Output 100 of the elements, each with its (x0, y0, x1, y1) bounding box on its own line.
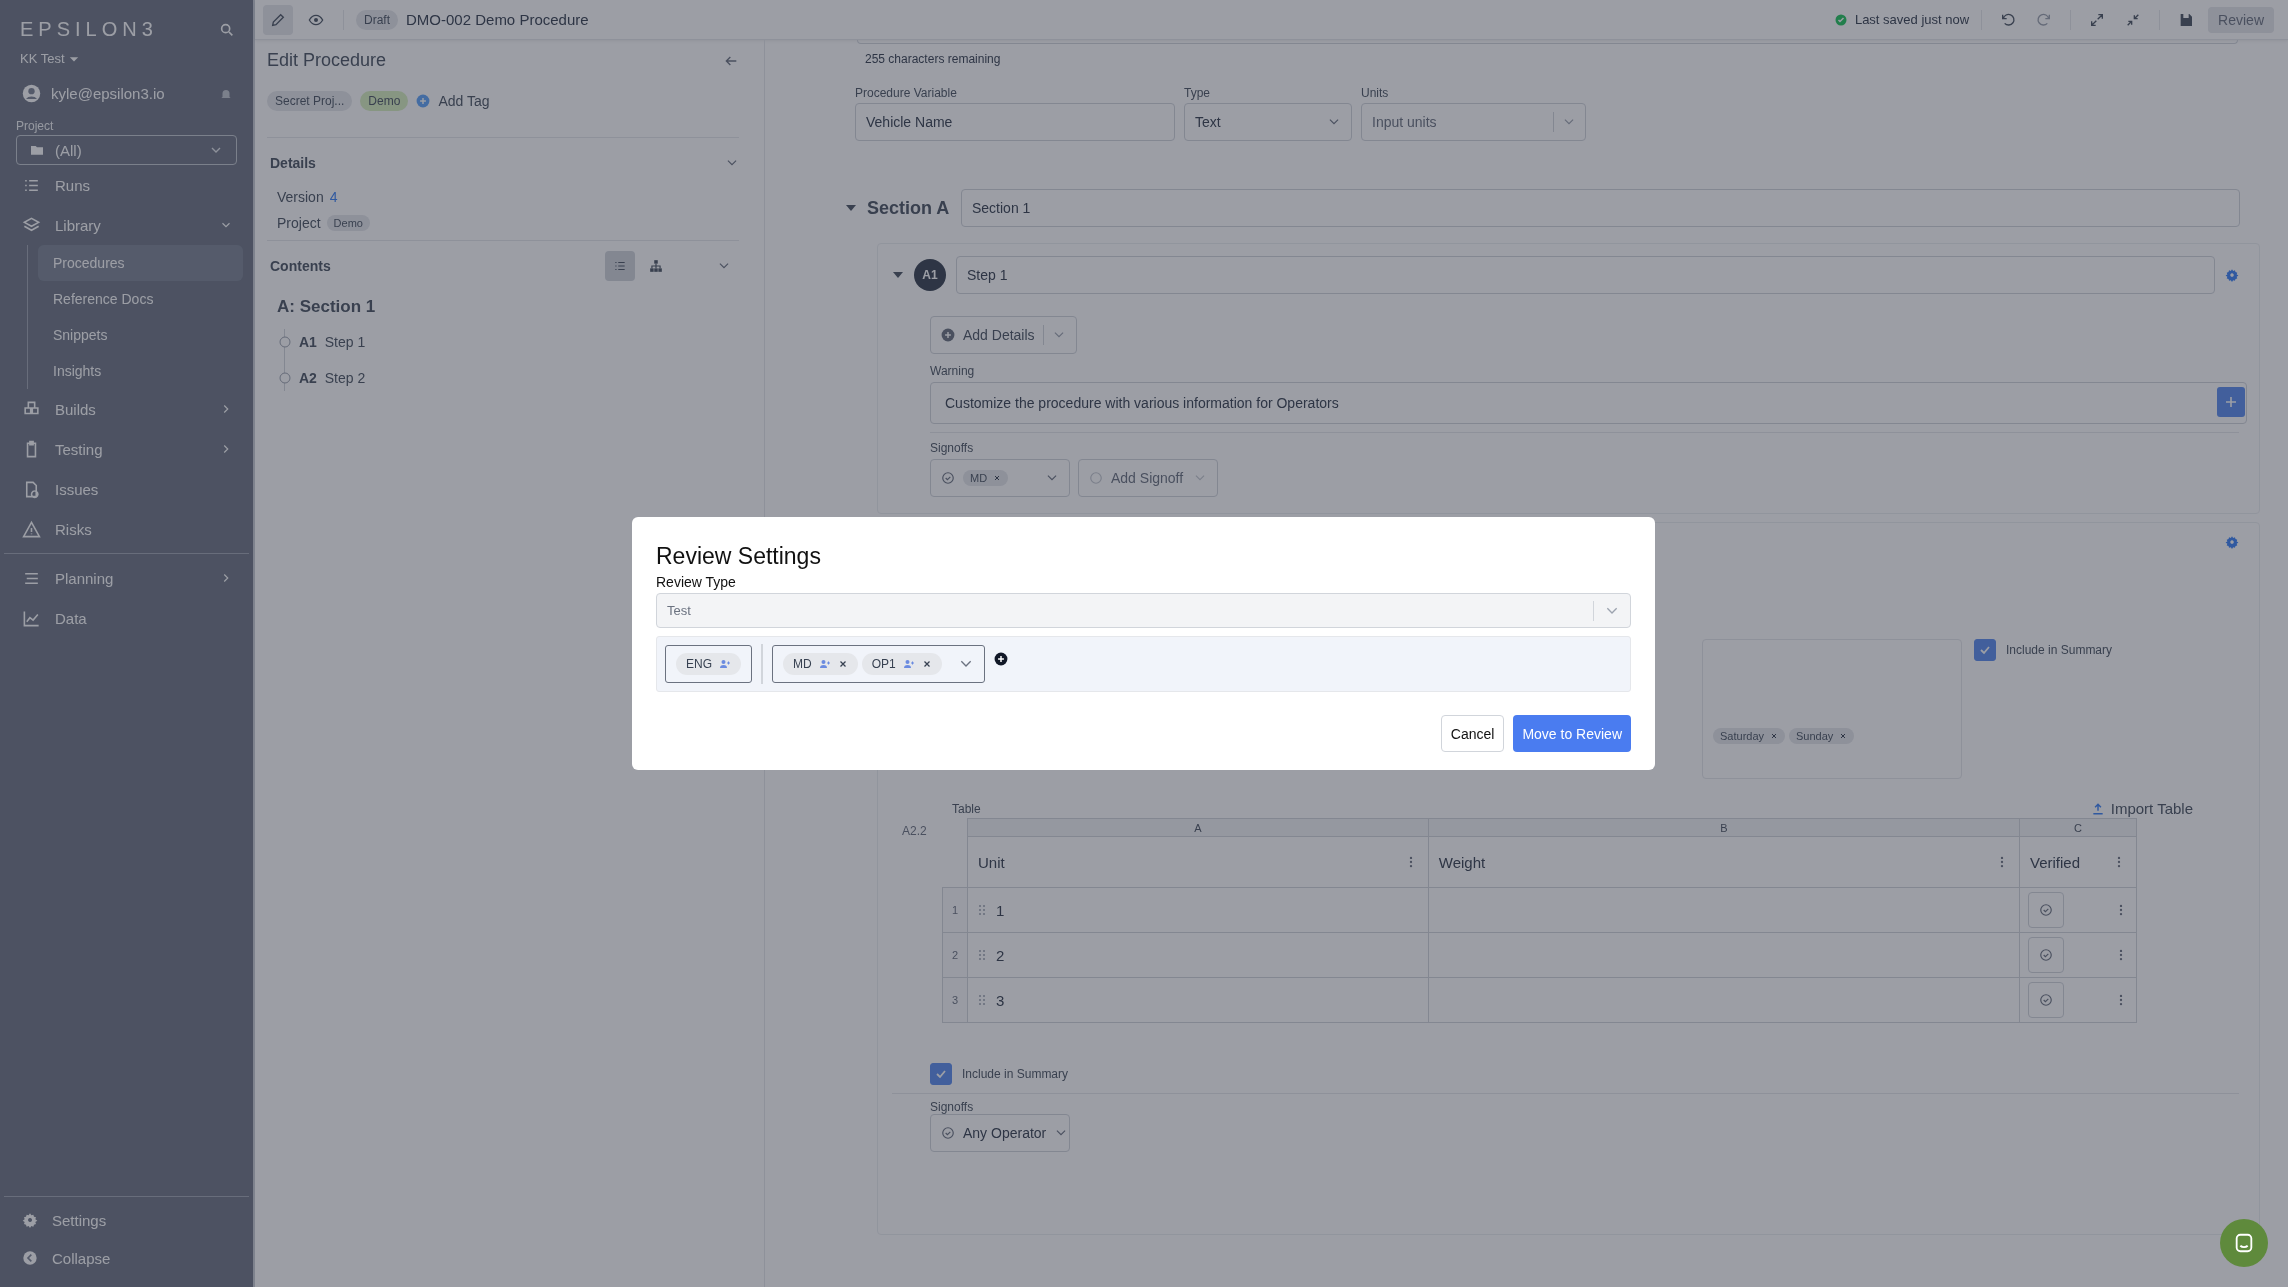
nav-item[interactable]: Risks (0, 509, 253, 549)
search-icon[interactable] (219, 21, 235, 38)
nav-item[interactable]: Collapse (0, 1239, 253, 1277)
verify-button[interactable] (2028, 892, 2064, 928)
nav-subitem[interactable]: Insights (38, 353, 243, 389)
warning-icon (22, 519, 41, 539)
cell-value[interactable]: 2 (996, 946, 1005, 964)
review-button[interactable]: Review (2208, 6, 2274, 33)
nav-subitem[interactable]: Procedures (38, 245, 243, 281)
add-tag-link[interactable]: Add Tag (438, 93, 490, 109)
cell-value[interactable]: 1 (996, 901, 1005, 919)
nav-item[interactable]: Testing (0, 429, 253, 469)
cell-value[interactable]: 3 (996, 991, 1005, 1009)
type-select[interactable]: Text (1184, 103, 1352, 141)
reviewer-group-select[interactable]: MD OP1 (772, 645, 985, 683)
add-signoff-select[interactable]: Add Signoff (1078, 459, 1218, 497)
checkbox[interactable] (930, 1063, 952, 1085)
nav-item[interactable]: Library (0, 205, 253, 245)
column-header[interactable]: Unit (978, 853, 1005, 871)
person-add-icon[interactable] (818, 658, 831, 670)
nav-item[interactable]: Runs (0, 165, 253, 205)
chat-icon (2233, 1232, 2255, 1254)
person-add-icon[interactable] (902, 658, 915, 670)
project-select[interactable]: (All) (16, 135, 237, 165)
units-field[interactable]: Input units (1361, 103, 1586, 141)
drag-handle-icon[interactable] (976, 904, 988, 916)
signoff-select[interactable]: MD (930, 459, 1070, 497)
add-reviewer-icon[interactable] (993, 652, 1008, 666)
table-id: A2.2 (902, 823, 928, 838)
nav-item[interactable]: Builds (0, 389, 253, 429)
column-header[interactable]: Verified (2030, 853, 2081, 871)
step-name-field[interactable]: Step 1 (956, 256, 2215, 294)
verify-button[interactable] (2028, 937, 2064, 973)
nav-item[interactable]: Planning (0, 558, 253, 598)
edit-mode-button[interactable] (263, 4, 293, 35)
person-add-icon[interactable] (719, 658, 731, 670)
add-details-button[interactable]: Add Details (930, 316, 1077, 354)
close-icon[interactable] (837, 659, 848, 669)
nav-subitem[interactable]: Reference Docs (38, 281, 243, 317)
nav-item[interactable]: Data (0, 598, 253, 638)
redo-icon[interactable] (2036, 11, 2053, 28)
expand-icon[interactable] (2089, 11, 2106, 28)
checkbox[interactable] (1974, 639, 1996, 661)
nav-item[interactable]: Settings (0, 1201, 253, 1239)
section-label: Section A (867, 197, 951, 219)
close-icon[interactable] (1839, 732, 1848, 740)
close-icon[interactable] (1770, 732, 1779, 740)
section-heading: Details (270, 155, 316, 171)
table-cell[interactable] (1428, 932, 2020, 978)
tag: Demo (360, 91, 409, 111)
upload-icon (2090, 801, 2105, 816)
project-tag: Demo (326, 215, 370, 231)
reviewer-group-select[interactable]: ENG (665, 645, 752, 683)
column-letter: A (967, 818, 1429, 837)
section-name-field[interactable]: Section 1 (961, 189, 2240, 227)
row-number: 2 (942, 932, 968, 978)
panel-title: Edit Procedure (267, 50, 387, 71)
verify-button[interactable] (2028, 982, 2064, 1018)
import-table-button[interactable]: Import Table (2084, 799, 2199, 818)
undo-icon[interactable] (2000, 11, 2017, 28)
outline-section[interactable]: A: Section 1 (267, 287, 739, 329)
add-button[interactable] (2217, 387, 2245, 417)
close-icon[interactable] (993, 474, 1002, 482)
field-label: Type (1184, 86, 1211, 100)
chat-launcher[interactable] (2220, 1219, 2268, 1267)
review-type-select[interactable]: Test (656, 593, 1631, 628)
settings-icon[interactable] (2225, 535, 2239, 549)
table-cell[interactable] (1428, 887, 2020, 933)
save-icon[interactable] (2178, 11, 2195, 28)
procedure-title: DMO-002 Demo Procedure (406, 11, 589, 28)
outline-step[interactable]: A2 Step 2 (299, 370, 366, 386)
drag-handle-icon[interactable] (976, 949, 988, 961)
cancel-button[interactable]: Cancel (1440, 715, 1505, 752)
chevron-left-circle-icon (22, 1250, 38, 1266)
days-select[interactable]: Saturday Sunday (1702, 639, 1962, 779)
checkbox-label: Include in Summary (962, 1067, 1069, 1081)
list-icon (613, 259, 627, 273)
drag-handle-icon[interactable] (976, 994, 988, 1006)
outline-step[interactable]: A1 Step 1 (299, 334, 366, 350)
tag: Secret Proj... (267, 91, 353, 111)
settings-icon[interactable] (2225, 268, 2239, 282)
plus-circle-icon[interactable] (416, 94, 431, 108)
variable-name-field[interactable]: Vehicle Name (855, 103, 1175, 141)
user-email[interactable]: kyle@epsilon3.io (51, 85, 165, 102)
close-icon[interactable] (921, 659, 932, 669)
warning-field[interactable]: Customize the procedure with various information for Operators (930, 382, 2247, 424)
section-heading: Contents (270, 258, 331, 274)
table-cell[interactable] (1428, 977, 2020, 1023)
checkmark-icon (1979, 644, 1991, 656)
column-header[interactable]: Weight (1438, 853, 1486, 871)
hierarchy-icon (649, 259, 663, 273)
circle-icon (279, 336, 291, 348)
list-view-button[interactable] (605, 251, 635, 281)
move-to-review-button[interactable]: Move to Review (1513, 715, 1631, 752)
nav-subitem[interactable]: Snippets (38, 317, 243, 353)
signoff-select[interactable]: Any Operator (930, 1114, 1070, 1152)
check-circle-icon (2039, 903, 2053, 917)
workspace-selector[interactable]: KK Test (20, 51, 65, 66)
user-avatar-icon (22, 84, 41, 103)
nav-item[interactable]: Issues (0, 469, 253, 509)
